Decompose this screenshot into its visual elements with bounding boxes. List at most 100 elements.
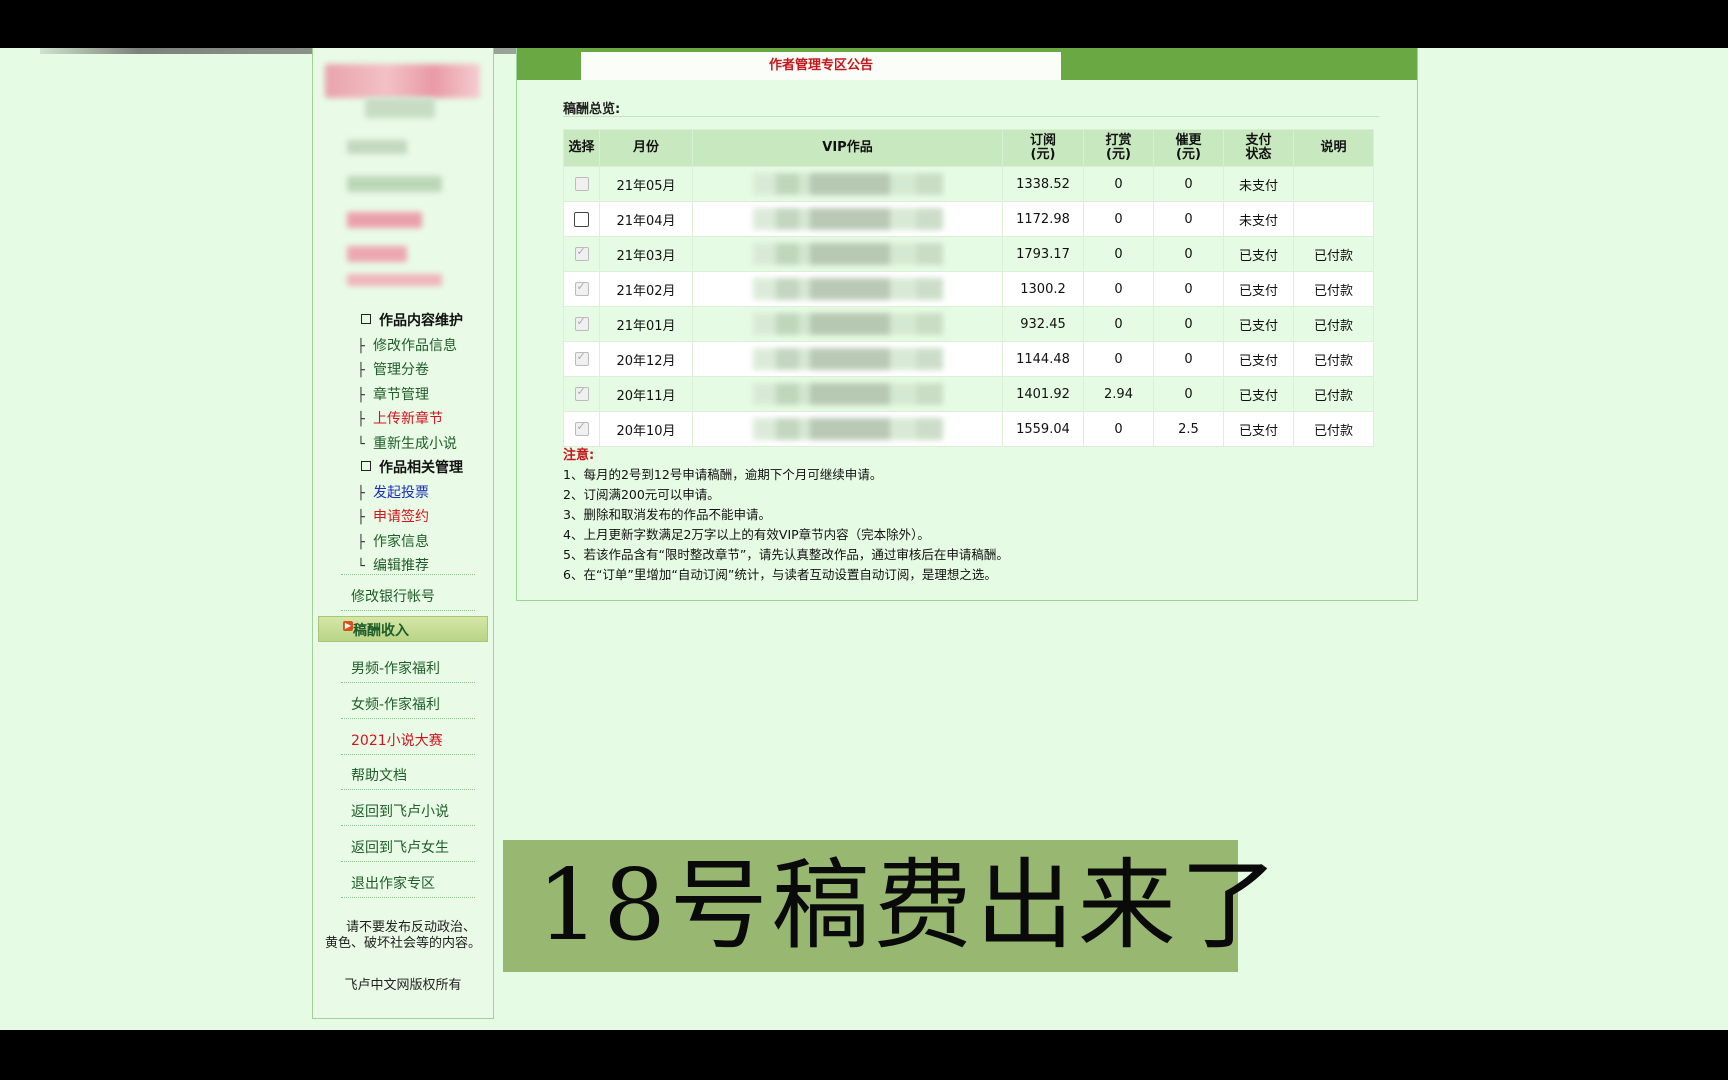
cell-urge: 0	[1153, 306, 1224, 342]
blurred-menu-item	[347, 246, 407, 262]
row-select-cell	[563, 376, 600, 412]
cell-note: 已付款	[1293, 376, 1374, 412]
cell-pay-status: 已支付	[1223, 411, 1294, 447]
video-caption-box: 18号稿费出来了	[503, 840, 1278, 972]
cell-month: 21年03月	[599, 236, 693, 272]
cell-month: 20年11月	[599, 376, 693, 412]
screen-area: 作品内容维护 ├ 修改作品信息 ├ 管理分卷 ├ 章节管理 ├ 上传新章节 └ 重新生成小说 作品相关…	[0, 48, 1728, 1030]
header-select: 选择	[563, 129, 600, 167]
sidebar-separator	[341, 717, 475, 719]
row-select-cell	[563, 201, 600, 237]
sidebar-link-bank-account[interactable]: 修改银行帐号	[351, 586, 475, 606]
cell-urge: 0	[1153, 271, 1224, 307]
tree-group-heading: 作品相关管理	[361, 457, 463, 477]
cell-month: 21年01月	[599, 306, 693, 342]
blurred-work-title	[752, 418, 943, 440]
blurred-work-title	[752, 173, 943, 195]
cell-vip-work	[692, 341, 1003, 377]
cell-vip-work	[692, 201, 1003, 237]
cell-subscribe: 932.45	[1002, 306, 1084, 342]
sidebar-tree-item-label: 章节管理	[373, 386, 429, 403]
section-divider	[563, 116, 1379, 117]
sidebar-tree-item-label: 修改作品信息	[373, 337, 457, 354]
cell-note: 已付款	[1293, 306, 1374, 342]
sidebar-separator	[341, 861, 475, 862]
row-select-cell	[563, 271, 600, 307]
tree-branch-icon: ├	[357, 363, 365, 378]
cell-urge: 0	[1153, 166, 1224, 202]
cell-vip-work	[692, 271, 1003, 307]
cell-month: 21年02月	[599, 271, 693, 307]
sidebar-link[interactable]: 返回到飞卢小说	[351, 801, 475, 821]
sidebar-notice-line: 请不要发布反动政治、	[345, 920, 476, 935]
section-title: 稿酬总览:	[563, 102, 621, 117]
sidebar-tree-item-label: 上传新章节	[373, 411, 443, 427]
sidebar-tree-item[interactable]: └ 编辑推荐	[357, 555, 429, 575]
blurred-work-title	[752, 243, 943, 265]
sidebar-tree-item[interactable]: ├ 修改作品信息	[357, 335, 457, 355]
blurred-work-title	[752, 383, 943, 405]
tree-group-heading: 作品内容维护	[361, 310, 463, 330]
cell-tip: 0	[1083, 166, 1154, 202]
row-checkbox	[574, 420, 589, 436]
cell-pay-status: 已支付	[1223, 236, 1294, 272]
sidebar-item-active[interactable]: ▶ 稿酬收入	[318, 616, 488, 642]
cell-vip-work	[692, 306, 1003, 342]
sidebar-notice-line: 黄色、破坏社会等的内容。	[324, 936, 481, 951]
note-item: 4、上月更新字数满足2万字以上的有效VIP章节内容（完本除外）。	[563, 527, 930, 542]
row-checkbox	[574, 385, 589, 401]
sidebar-tree-item[interactable]: ├ 申请签约	[357, 506, 429, 526]
table-row: 21年03月1793.1700已支付已付款	[563, 236, 1374, 272]
sidebar-link[interactable]: 帮助文档	[351, 765, 475, 785]
announcement-tab[interactable]: 作者管理专区公告	[581, 52, 1061, 80]
sidebar-tree-item[interactable]: ├ 上传新章节	[357, 408, 443, 428]
cell-note	[1293, 201, 1374, 237]
row-checkbox	[574, 350, 589, 366]
table-row: 21年04月 1172.98 0 0 未支付	[563, 201, 1374, 237]
row-checkbox[interactable]	[574, 211, 589, 227]
table-row: 21年05月 1338.52 0 0 未支付	[563, 166, 1374, 202]
header-urge: 催更 (元)	[1153, 129, 1224, 167]
blurred-work-title	[752, 278, 943, 300]
video-caption: 18号稿费出来了	[537, 849, 1282, 963]
payments-table: 选择 月份 VIP作品 订阅 (元) 打赏 (元) 催更 (元) 支付 状态 说明 21…	[563, 129, 1374, 447]
blurred-logo	[325, 64, 480, 98]
sidebar-tree-item[interactable]: ├ 章节管理	[357, 384, 429, 404]
sidebar-tree-item[interactable]: ├ 管理分卷	[357, 359, 429, 379]
sidebar-notice: 请不要发布反动政治、 黄色、破坏社会等的内容。	[317, 920, 489, 952]
square-bullet-icon	[361, 314, 371, 324]
cell-subscribe: 1338.52	[1002, 166, 1084, 202]
tree-branch-icon: ├	[357, 534, 365, 550]
sidebar-separator	[341, 682, 475, 683]
sidebar-link[interactable]: 女频-作家福利	[351, 694, 475, 714]
note-item: 5、若该作品含有“限时整改章节”，请先认真整改作品，通过审核后在申请稿酬。	[563, 547, 1009, 562]
sidebar-tree-item[interactable]: ├ 作家信息	[357, 531, 429, 551]
notes-title: 注意:	[563, 448, 595, 463]
cell-month: 21年04月	[599, 201, 693, 237]
sidebar-tree-item-label: 作家信息	[373, 533, 429, 550]
sidebar-tree-item[interactable]: ├ 发起投票	[357, 482, 429, 502]
tree-branch-icon: ├	[357, 412, 365, 427]
sidebar-tree-item[interactable]: └ 重新生成小说	[357, 433, 457, 453]
sidebar-link[interactable]: 男频-作家福利	[351, 658, 475, 678]
table-row: 21年02月1300.200已支付已付款	[563, 271, 1374, 307]
blurred-work-title	[752, 208, 943, 230]
header-subscribe: 订阅 (元)	[1002, 129, 1084, 167]
sidebar-link[interactable]: 2021小说大赛	[351, 730, 475, 750]
row-select-cell	[563, 341, 600, 377]
cell-pay-status: 未支付	[1223, 201, 1294, 237]
header-pay-status: 支付 状态	[1223, 129, 1294, 167]
cell-tip: 2.94	[1083, 376, 1154, 412]
square-bullet-icon	[361, 461, 371, 471]
cell-pay-status: 已支付	[1223, 306, 1294, 342]
cell-vip-work	[692, 411, 1003, 447]
tree-branch-icon: └	[357, 559, 365, 574]
sidebar-separator	[341, 753, 475, 755]
table-header-row: 选择 月份 VIP作品 订阅 (元) 打赏 (元) 催更 (元) 支付 状态 说明	[563, 129, 1374, 167]
sidebar-link[interactable]: 返回到飞卢女生	[351, 837, 475, 857]
sidebar: 作品内容维护 ├ 修改作品信息 ├ 管理分卷 ├ 章节管理 ├ 上传新章节 └ 重新生成小说 作品相关…	[312, 48, 494, 1019]
table-row: 20年12月1144.4800已支付已付款	[563, 341, 1374, 377]
table-row: 20年10月 1559.0402.5已支付已付款	[563, 411, 1374, 447]
cell-subscribe: 1559.04	[1002, 411, 1084, 447]
sidebar-link[interactable]: 退出作家专区	[351, 873, 475, 893]
